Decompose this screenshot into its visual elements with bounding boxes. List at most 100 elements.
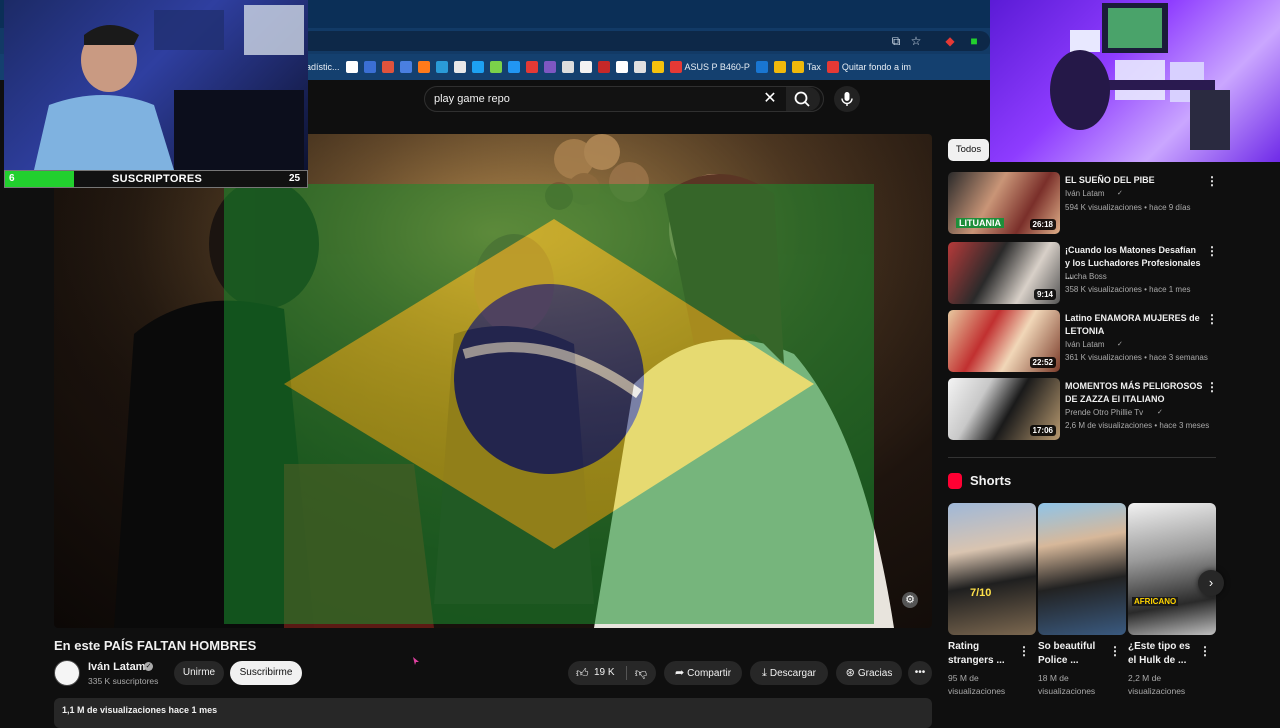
bookmark-favicon-icon — [579, 61, 592, 73]
short-title[interactable]: ¿Este tipo es el Hulk de ... — [1128, 640, 1198, 668]
bookmark-item[interactable] — [615, 61, 628, 73]
bookmark-item[interactable] — [773, 61, 786, 73]
bookmark-item[interactable] — [579, 61, 592, 73]
bookmark-item[interactable] — [399, 61, 412, 73]
cursor-icon — [413, 657, 419, 665]
video-player[interactable]: ⚙ — [54, 134, 932, 628]
short-thumbnail[interactable]: 7/10 — [948, 503, 1036, 635]
download-button[interactable]: ⤓ Descargar — [750, 661, 828, 685]
subscriber-goal-start: 6 — [9, 173, 15, 184]
search-button[interactable] — [786, 87, 820, 111]
bookmark-item[interactable]: Tax — [791, 61, 821, 73]
bookmark-item[interactable] — [345, 61, 358, 73]
short-thumbnail[interactable]: AFRICANO — [1128, 503, 1216, 635]
bookmark-favicon-icon — [381, 61, 394, 73]
bookmark-item[interactable] — [755, 61, 768, 73]
bookmark-item[interactable] — [417, 61, 430, 73]
recommendation-channel: Lucha Boss — [1065, 272, 1107, 281]
kebab-menu-icon[interactable]: ⋮ — [1109, 644, 1121, 658]
share-label: Compartir — [687, 668, 732, 679]
voice-search-button[interactable] — [834, 86, 860, 112]
recommendation-item[interactable]: 22:52 Latino ENAMORA MUJERES de LETONIA … — [948, 310, 1218, 372]
recommendation-title: MOMENTOS MÁS PELIGROSOS DE ZAZZA El ITAL… — [1065, 381, 1203, 404]
verified-icon: ✓ — [1157, 409, 1163, 416]
bookmark-item[interactable] — [561, 61, 574, 73]
kebab-menu-icon[interactable]: ⋮ — [1206, 244, 1218, 258]
bookmark-item[interactable] — [633, 61, 646, 73]
kebab-menu-icon[interactable]: ⋮ — [1199, 644, 1211, 658]
bookmark-favicon-icon — [525, 61, 538, 73]
filter-chip-all[interactable]: Todos — [948, 139, 989, 161]
recommendation-meta: 594 K visualizaciones • hace 9 días — [1065, 203, 1191, 212]
like-button[interactable]: 👍︎ 19 K — [574, 661, 624, 685]
bookmark-item[interactable] — [543, 61, 556, 73]
extension-icon[interactable]: ■ — [966, 33, 982, 49]
bookmark-favicon-icon — [543, 61, 556, 73]
bookmark-item[interactable] — [651, 61, 664, 73]
video-duration: 26:18 — [1029, 219, 1056, 230]
search-icon — [794, 91, 810, 107]
dislike-button[interactable]: 👎︎ — [630, 661, 652, 685]
shorts-icon — [948, 473, 962, 489]
bookmark-star-icon[interactable]: ☆ — [908, 33, 924, 49]
divider — [626, 666, 627, 680]
bookmark-label: ASUS P B460-P — [684, 62, 750, 72]
short-views: 18 M de visualizaciones — [1038, 672, 1095, 698]
bookmark-favicon-icon — [507, 61, 520, 73]
short-thumbnail[interactable] — [1038, 503, 1126, 635]
shorts-next-button[interactable]: › — [1198, 570, 1224, 596]
bookmark-item[interactable] — [489, 61, 502, 73]
bookmark-item[interactable] — [453, 61, 466, 73]
extension-icon[interactable]: ◆ — [942, 33, 958, 49]
video-watermark-icon: ⚙ — [902, 592, 918, 608]
video-thumbnail[interactable]: 22:52 — [948, 310, 1060, 372]
video-thumbnail[interactable]: LITUANIA 26:18 — [948, 172, 1060, 234]
bookmark-item[interactable] — [471, 61, 484, 73]
video-duration: 17:06 — [1029, 425, 1056, 436]
bookmark-item[interactable] — [525, 61, 538, 73]
kebab-menu-icon[interactable]: ⋮ — [1206, 380, 1218, 394]
video-thumbnail[interactable]: 9:14 — [948, 242, 1060, 304]
bookmark-favicon-icon — [363, 61, 376, 73]
recommendation-item[interactable]: 17:06 MOMENTOS MÁS PELIGROSOS DE ZAZZA E… — [948, 378, 1218, 440]
recommendation-title: Latino ENAMORA MUJERES de LETONIA — [1065, 313, 1200, 336]
short-title[interactable]: So beautiful Police ... — [1038, 640, 1108, 668]
short-views-unit: visualizaciones — [1038, 686, 1096, 696]
subscribe-button[interactable]: Suscribirme — [230, 661, 302, 685]
share-icon: ➦ — [674, 667, 685, 679]
bookmark-item[interactable]: adístic... — [306, 62, 340, 72]
more-actions-button[interactable]: ••• — [908, 661, 932, 685]
thanks-button[interactable]: ⊛ Gracias — [836, 661, 902, 685]
bookmark-item[interactable] — [435, 61, 448, 73]
kebab-menu-icon[interactable]: ⋮ — [1206, 312, 1218, 326]
recommendation-item[interactable]: LITUANIA 26:18 EL SUEÑO DEL PIBE Iván La… — [948, 172, 1218, 234]
bookmark-item[interactable] — [507, 61, 520, 73]
clear-search-icon[interactable]: ✕ — [762, 90, 778, 108]
join-button[interactable]: Unirme — [174, 661, 224, 685]
bookmark-favicon-icon — [826, 61, 839, 73]
video-duration: 22:52 — [1029, 357, 1056, 368]
kebab-menu-icon[interactable]: ⋮ — [1018, 644, 1030, 658]
kebab-menu-icon[interactable]: ⋮ — [1206, 174, 1218, 188]
bookmark-item[interactable] — [381, 61, 394, 73]
install-app-icon[interactable]: ⧉ — [888, 33, 904, 49]
video-thumbnail[interactable]: 17:06 — [948, 378, 1060, 440]
download-icon: ⤓ — [761, 667, 767, 679]
bookmark-item[interactable]: Quitar fondo a im — [826, 61, 911, 73]
address-bar[interactable] — [300, 31, 990, 51]
share-button[interactable]: ➦ Compartir — [664, 661, 742, 685]
bookmark-label: Tax — [806, 62, 821, 72]
bookmark-item[interactable] — [597, 61, 610, 73]
channel-avatar[interactable] — [54, 660, 80, 686]
bookmark-favicon-icon — [435, 61, 448, 73]
bookmark-item[interactable] — [363, 61, 376, 73]
recommendation-meta: 2,6 M de visualizaciones • hace 3 meses — [1065, 421, 1210, 430]
bookmark-item[interactable]: ASUS P B460-P — [669, 61, 750, 73]
subscriber-goal-target: 25 — [289, 173, 301, 184]
video-duration: 9:14 — [1033, 289, 1056, 300]
channel-name[interactable]: Iván Latam — [88, 661, 145, 673]
short-title[interactable]: Rating strangers ... — [948, 640, 1018, 668]
like-count: 19 K — [594, 667, 615, 678]
recommendation-meta: 358 K visualizaciones • hace 1 mes — [1065, 285, 1191, 294]
recommendation-item[interactable]: 9:14 ¡Cuando los Matones Desafían y los … — [948, 242, 1218, 304]
